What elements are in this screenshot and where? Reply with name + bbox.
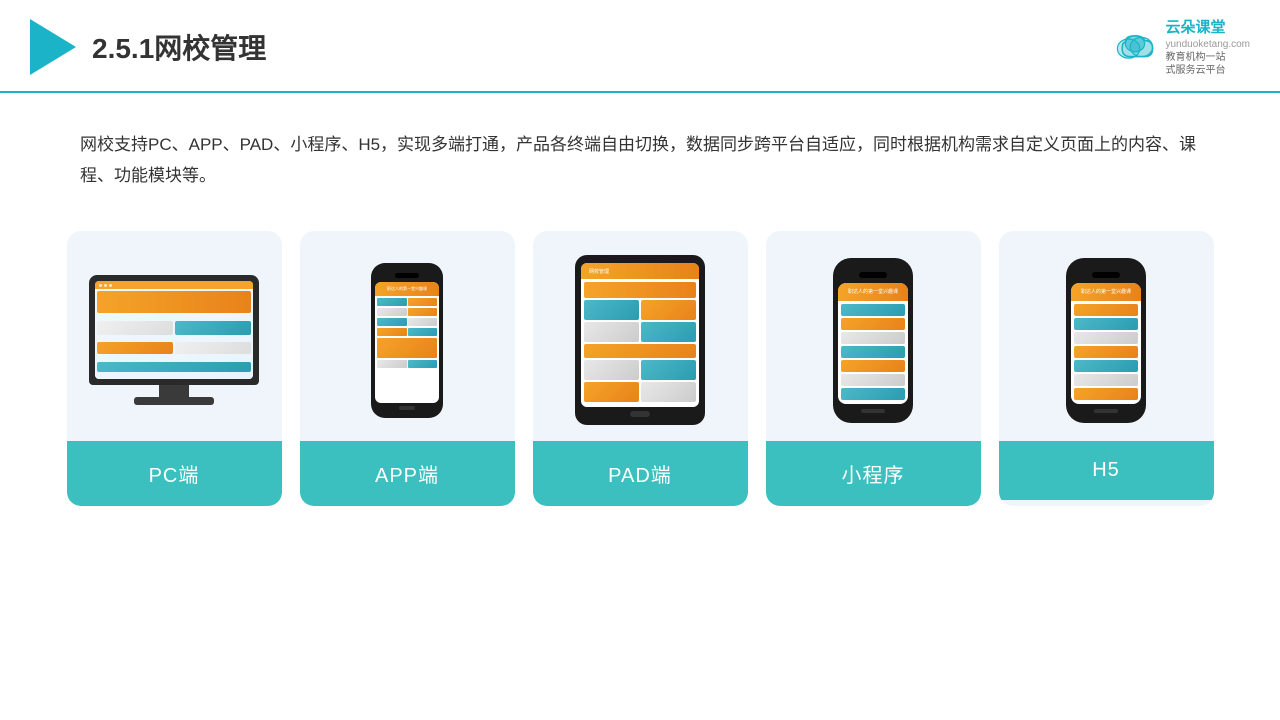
logo-slogan2-text: 式服务云平台 (1165, 64, 1250, 77)
card-h5-label: H5 (999, 441, 1214, 500)
logo-url-text: yunduoketang.com (1165, 38, 1250, 51)
logo-slogan1-text: 教育机构一站 (1165, 51, 1250, 64)
card-mini-image: 职达人的第一堂兴趣课 (766, 231, 981, 441)
page-title: 2.5.1网校管理 (92, 27, 266, 67)
tablet-mockup: 网校管理 (575, 255, 705, 425)
card-app-image: 职达人的第一堂兴趣课 (300, 231, 515, 441)
cloud-logo-icon (1111, 31, 1159, 63)
card-mini-label: 小程序 (766, 441, 981, 506)
play-triangle-icon (30, 19, 76, 75)
card-pc-image (67, 231, 282, 441)
pc-mockup (89, 275, 259, 405)
card-h5-image: 职达人的第一堂兴趣课 (999, 231, 1214, 441)
card-pc: PC端 (67, 231, 282, 506)
logo-brand-text: 云朵课堂 (1165, 18, 1250, 38)
card-app-label: APP端 (300, 441, 515, 506)
header: 2.5.1网校管理 云朵课堂 yunduoketang.com 教育机构一站 式… (0, 0, 1280, 93)
card-app: 职达人的第一堂兴趣课 APP端 (300, 231, 515, 506)
phone2-mockup-mini: 职达人的第一堂兴趣课 (833, 258, 913, 423)
logo-text: 云朵课堂 yunduoketang.com 教育机构一站 式服务云平台 (1165, 18, 1250, 77)
card-h5: 职达人的第一堂兴趣课 (999, 231, 1214, 506)
card-pad-label: PAD端 (533, 441, 748, 506)
cards-container: PC端 职达人的第一堂兴趣课 (0, 201, 1280, 536)
header-left: 2.5.1网校管理 (30, 19, 266, 75)
card-pad-image: 网校管理 (533, 231, 748, 441)
phone2-mockup-h5: 职达人的第一堂兴趣课 (1066, 258, 1146, 423)
header-right: 云朵课堂 yunduoketang.com 教育机构一站 式服务云平台 (1111, 18, 1250, 77)
card-pc-label: PC端 (67, 441, 282, 506)
description-text: 网校支持PC、APP、PAD、小程序、H5，实现多端打通，产品各终端自由切换，数… (0, 93, 1280, 202)
phone-mockup-app: 职达人的第一堂兴趣课 (371, 263, 443, 418)
card-mini: 职达人的第一堂兴趣课 (766, 231, 981, 506)
cloud-logo: 云朵课堂 yunduoketang.com 教育机构一站 式服务云平台 (1111, 18, 1250, 77)
card-pad: 网校管理 (533, 231, 748, 506)
